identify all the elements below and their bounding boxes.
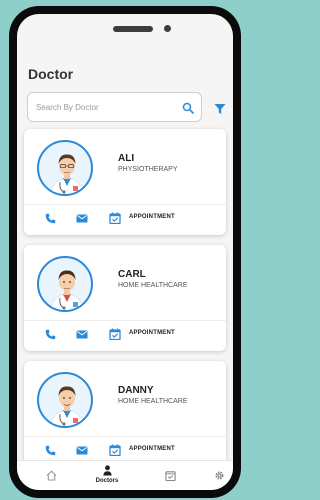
card-divider: [24, 436, 226, 437]
appointment-button[interactable]: APPOINTMENT: [129, 446, 175, 452]
doctor-name: ALI: [118, 153, 135, 164]
nav-item-appointments[interactable]: [150, 461, 190, 490]
filter-icon[interactable]: [214, 103, 226, 115]
card-actions: APPOINTMENT: [24, 441, 226, 461]
phone-frame: Doctor Search By Doctor ALI PHYSIOTHERAP…: [9, 6, 241, 498]
doctor-illustration-icon: [49, 270, 85, 310]
search-input[interactable]: [36, 102, 176, 112]
nav-item-home[interactable]: [31, 461, 71, 490]
doctor-card[interactable]: DANNY HOME HEALTHCARE APPOINTMENT: [24, 361, 226, 467]
nav-item-settings[interactable]: [199, 461, 233, 490]
doctor-card[interactable]: ALI PHYSIOTHERAPY APPOINTMENT: [24, 129, 226, 235]
calendar-check-icon[interactable]: [109, 328, 121, 340]
doctor-specialty: PHYSIOTHERAPY: [118, 166, 178, 173]
search-icon[interactable]: [182, 102, 194, 114]
doctor-illustration-icon: [49, 154, 85, 194]
nav-item-doctors[interactable]: Doctors: [87, 461, 127, 490]
phone-icon[interactable]: [45, 329, 56, 340]
calendar-check-icon: [165, 471, 176, 481]
doctor-avatar: [37, 372, 93, 428]
doctor-name: CARL: [118, 269, 146, 280]
calendar-check-icon[interactable]: [109, 444, 121, 456]
calendar-check-icon[interactable]: [109, 212, 121, 224]
app-screen: Doctor Search By Doctor ALI PHYSIOTHERAP…: [17, 14, 233, 490]
doctor-specialty: HOME HEALTHCARE: [118, 398, 188, 405]
card-actions: APPOINTMENT: [24, 325, 226, 345]
doctor-illustration-icon: [49, 386, 85, 426]
appointment-button[interactable]: APPOINTMENT: [129, 330, 175, 336]
card-divider: [24, 320, 226, 321]
bottom-nav: Doctors: [17, 460, 233, 490]
doctor-card[interactable]: CARL HOME HEALTHCARE APPOINTMENT: [24, 245, 226, 351]
card-actions: APPOINTMENT: [24, 209, 226, 229]
doctor-avatar: [37, 256, 93, 312]
appointment-button[interactable]: APPOINTMENT: [129, 214, 175, 220]
phone-icon[interactable]: [45, 213, 56, 224]
phone-camera: [164, 25, 171, 32]
search-bar[interactable]: [27, 92, 202, 122]
card-divider: [24, 204, 226, 205]
doctor-specialty: HOME HEALTHCARE: [118, 282, 188, 289]
phone-icon[interactable]: [45, 445, 56, 456]
mail-icon[interactable]: [76, 445, 88, 456]
doctor-name: DANNY: [118, 385, 154, 396]
nav-label-doctors: Doctors: [95, 478, 119, 484]
home-icon: [46, 470, 57, 481]
doctor-avatar: [37, 140, 93, 196]
phone-speaker: [113, 26, 153, 32]
mail-icon[interactable]: [76, 213, 88, 224]
page-title: Doctor: [28, 66, 74, 82]
person-icon: [103, 465, 112, 476]
gear-icon: [215, 471, 224, 480]
mail-icon[interactable]: [76, 329, 88, 340]
